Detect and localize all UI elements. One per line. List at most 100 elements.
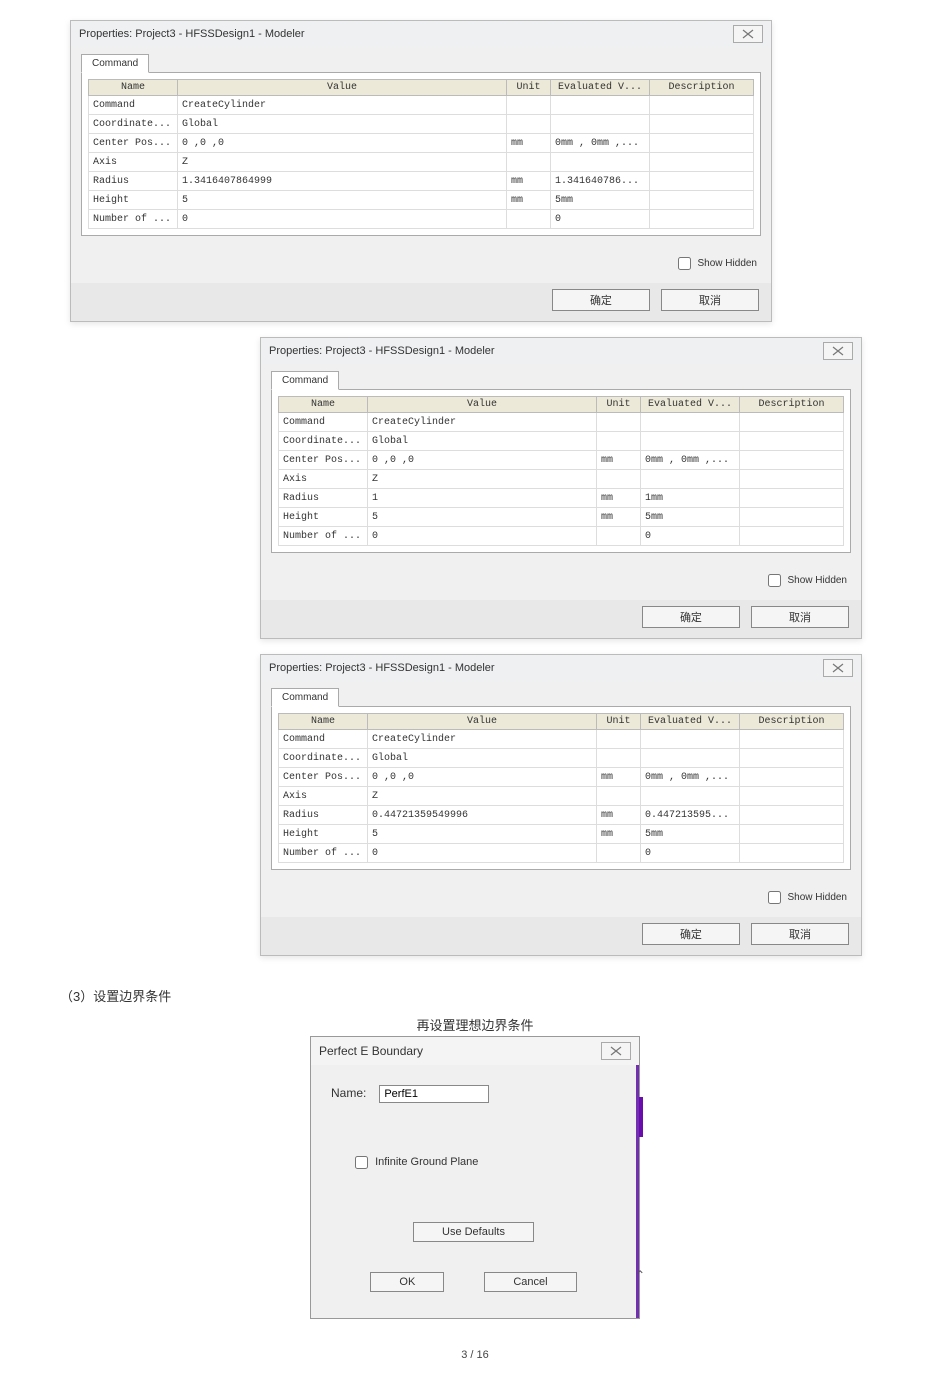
close-icon[interactable]: [733, 25, 763, 43]
table-row[interactable]: AxisZ: [89, 153, 754, 172]
cancel-button[interactable]: Cancel: [484, 1272, 576, 1292]
table-row[interactable]: Number of ...00: [89, 210, 754, 229]
table-row[interactable]: Center Pos...0 ,0 ,0mm0mm , 0mm ,...: [279, 768, 844, 787]
cancel-button[interactable]: 取消: [751, 923, 849, 945]
cell-unit: mm: [597, 489, 641, 508]
ok-button[interactable]: 确定: [642, 923, 740, 945]
cell-name: Coordinate...: [89, 115, 178, 134]
table-row[interactable]: Radius0.44721359549996mm0.447213595...: [279, 806, 844, 825]
table-row[interactable]: Center Pos...0 ,0 ,0mm0mm , 0mm ,...: [89, 134, 754, 153]
cell-value[interactable]: 1: [368, 489, 597, 508]
cell-value[interactable]: Global: [368, 749, 597, 768]
cell-desc: [650, 115, 754, 134]
table-row[interactable]: CommandCreateCylinder: [279, 413, 844, 432]
cell-value[interactable]: 0: [178, 210, 507, 229]
cell-value[interactable]: 5: [178, 191, 507, 210]
tab-command[interactable]: Command: [81, 54, 149, 73]
dialog-title: Properties: Project3 - HFSSDesign1 - Mod…: [79, 28, 305, 40]
col-desc[interactable]: Description: [740, 714, 844, 730]
table-row[interactable]: CommandCreateCylinder: [279, 730, 844, 749]
infinite-ground-label[interactable]: Infinite Ground Plane: [351, 1156, 478, 1168]
close-icon[interactable]: [601, 1042, 631, 1060]
cancel-button[interactable]: 取消: [751, 606, 849, 628]
properties-dialog-3: Properties: Project3 - HFSSDesign1 - Mod…: [260, 654, 862, 956]
show-hidden-checkbox[interactable]: [768, 891, 781, 904]
table-row[interactable]: AxisZ: [279, 470, 844, 489]
cell-eval: [551, 115, 650, 134]
infinite-ground-checkbox[interactable]: [355, 1156, 368, 1169]
cell-value[interactable]: 0 ,0 ,0: [368, 451, 597, 470]
col-value[interactable]: Value: [368, 397, 597, 413]
table-row[interactable]: Radius1.3416407864999mm1.341640786...: [89, 172, 754, 191]
cell-value[interactable]: Z: [178, 153, 507, 172]
cell-unit: [597, 749, 641, 768]
cell-value[interactable]: 0 ,0 ,0: [368, 768, 597, 787]
cell-unit: mm: [597, 806, 641, 825]
table-row[interactable]: Radius1mm1mm: [279, 489, 844, 508]
col-unit[interactable]: Unit: [597, 714, 641, 730]
col-name[interactable]: Name: [89, 80, 178, 96]
col-unit[interactable]: Unit: [507, 80, 551, 96]
table-row[interactable]: Height5mm5mm: [279, 825, 844, 844]
cell-desc: [650, 172, 754, 191]
col-eval[interactable]: Evaluated V...: [641, 714, 740, 730]
tab-command[interactable]: Command: [271, 371, 339, 390]
cell-value[interactable]: CreateCylinder: [368, 730, 597, 749]
use-defaults-button[interactable]: Use Defaults: [413, 1222, 534, 1242]
titlebar: Perfect E Boundary: [311, 1037, 639, 1065]
table-row[interactable]: AxisZ: [279, 787, 844, 806]
cell-value[interactable]: Z: [368, 470, 597, 489]
col-value[interactable]: Value: [178, 80, 507, 96]
table-row[interactable]: Number of ...00: [279, 844, 844, 863]
cell-name: Command: [89, 96, 178, 115]
col-eval[interactable]: Evaluated V...: [551, 80, 650, 96]
col-eval[interactable]: Evaluated V...: [641, 397, 740, 413]
tab-command[interactable]: Command: [271, 688, 339, 707]
close-icon[interactable]: [823, 659, 853, 677]
cell-value[interactable]: 0: [368, 844, 597, 863]
cell-value[interactable]: 0: [368, 527, 597, 546]
name-field[interactable]: [379, 1085, 489, 1103]
close-icon[interactable]: [823, 342, 853, 360]
dialog-body: Name: Infinite Ground Plane Use Defaults…: [311, 1065, 639, 1318]
cell-value[interactable]: Z: [368, 787, 597, 806]
show-hidden-checkbox[interactable]: [768, 574, 781, 587]
cell-eval: 5mm: [641, 508, 740, 527]
cell-desc: [650, 96, 754, 115]
cell-value[interactable]: Global: [368, 432, 597, 451]
table-row[interactable]: Number of ...00: [279, 527, 844, 546]
table-row[interactable]: Height5mm5mm: [89, 191, 754, 210]
table-row[interactable]: Coordinate...Global: [89, 115, 754, 134]
cancel-button[interactable]: 取消: [661, 289, 759, 311]
cell-value[interactable]: 0.44721359549996: [368, 806, 597, 825]
col-desc[interactable]: Description: [740, 397, 844, 413]
cell-value[interactable]: Global: [178, 115, 507, 134]
col-value[interactable]: Value: [368, 714, 597, 730]
table-row[interactable]: Coordinate...Global: [279, 432, 844, 451]
ok-button[interactable]: 确定: [552, 289, 650, 311]
col-unit[interactable]: Unit: [597, 397, 641, 413]
cell-name: Axis: [279, 787, 368, 806]
col-name[interactable]: Name: [279, 397, 368, 413]
cell-value[interactable]: 5: [368, 825, 597, 844]
ok-button[interactable]: 确定: [642, 606, 740, 628]
table-row[interactable]: CommandCreateCylinder: [89, 96, 754, 115]
cell-eval: 0mm , 0mm ,...: [551, 134, 650, 153]
cell-value[interactable]: CreateCylinder: [368, 413, 597, 432]
show-hidden-label[interactable]: Show Hidden: [674, 258, 757, 269]
cell-value[interactable]: 5: [368, 508, 597, 527]
table-row[interactable]: Height5mm5mm: [279, 508, 844, 527]
table-row[interactable]: Center Pos...0 ,0 ,0mm0mm , 0mm ,...: [279, 451, 844, 470]
show-hidden-text: Show Hidden: [788, 892, 847, 903]
cell-value[interactable]: 1.3416407864999: [178, 172, 507, 191]
show-hidden-label[interactable]: Show Hidden: [764, 575, 847, 586]
cell-value[interactable]: 0 ,0 ,0: [178, 134, 507, 153]
cell-value[interactable]: CreateCylinder: [178, 96, 507, 115]
show-hidden-label[interactable]: Show Hidden: [764, 892, 847, 903]
col-name[interactable]: Name: [279, 714, 368, 730]
infinite-ground-row: Infinite Ground Plane: [351, 1153, 616, 1172]
col-desc[interactable]: Description: [650, 80, 754, 96]
show-hidden-checkbox[interactable]: [678, 257, 691, 270]
table-row[interactable]: Coordinate...Global: [279, 749, 844, 768]
ok-button[interactable]: OK: [370, 1272, 444, 1292]
